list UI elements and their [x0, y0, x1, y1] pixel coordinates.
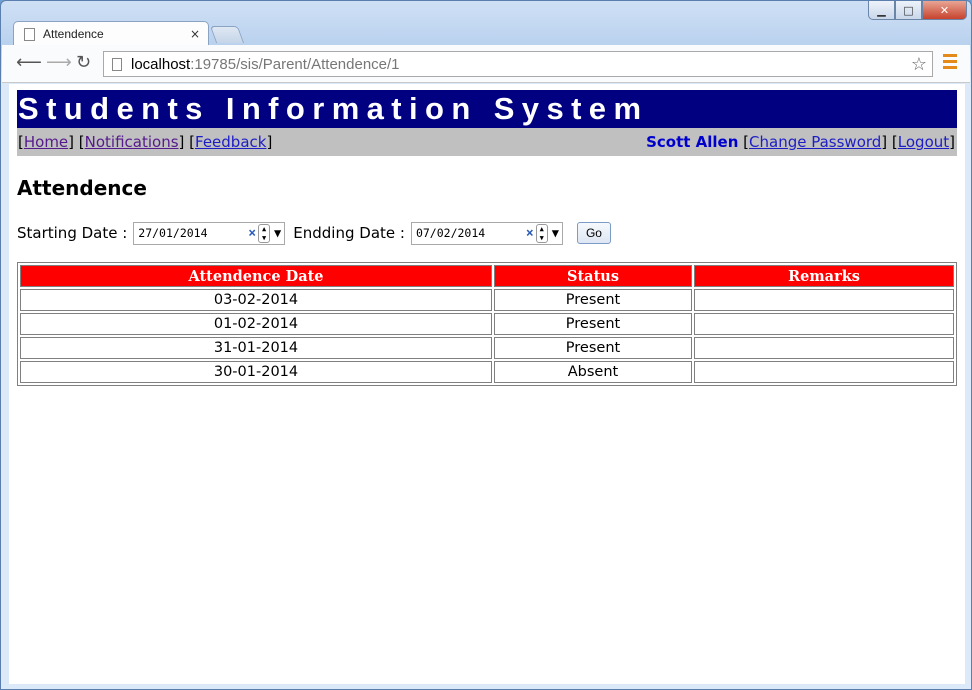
cell-remarks [694, 337, 954, 359]
nav-bar: [Home] [Notifications] [Feedback] Scott … [17, 128, 957, 156]
clear-icon[interactable]: × [248, 226, 256, 241]
address-bar[interactable]: localhost:19785/sis/Parent/Attendence/1 … [103, 51, 933, 77]
browser-tab[interactable]: Attendence × [13, 21, 209, 46]
attendance-table: Attendence Date Status Remarks 03-02-201… [17, 262, 957, 386]
cell-remarks [694, 313, 954, 335]
feedback-link[interactable]: Feedback [195, 133, 266, 151]
table-row: 03-02-2014 Present [20, 289, 954, 311]
change-password-link[interactable]: Change Password [749, 133, 881, 151]
start-date-input[interactable]: 27/01/2014 × ▲ ▼ ▼ [133, 221, 286, 245]
cell-status: Absent [494, 361, 692, 383]
date-filter: Starting Date : 27/01/2014 × ▲ ▼ ▼ Enddin… [17, 220, 611, 246]
window-controls: ▁ □ ✕ [868, 1, 967, 20]
table-row: 30-01-2014 Absent [20, 361, 954, 383]
column-header-remarks: Remarks [694, 265, 954, 287]
tab-title: Attendence [43, 27, 104, 41]
home-link[interactable]: Home [24, 133, 68, 151]
table-row: 01-02-2014 Present [20, 313, 954, 335]
dropdown-arrow-icon[interactable]: ▼ [552, 226, 559, 240]
reload-icon[interactable]: ↻ [76, 53, 91, 73]
cell-date: 01-02-2014 [20, 313, 492, 335]
column-header-status: Status [494, 265, 692, 287]
forward-arrow-icon[interactable]: ⟶ [46, 53, 72, 73]
cell-status: Present [494, 337, 692, 359]
cell-date: 03-02-2014 [20, 289, 492, 311]
site-header: Students Information System [17, 90, 957, 128]
table-header-row: Attendence Date Status Remarks [20, 265, 954, 287]
spinner-icon[interactable]: ▲ ▼ [535, 223, 548, 243]
bookmark-star-icon[interactable]: ☆ [911, 54, 927, 75]
browser-toolbar: ⟵ ⟶ ↻ localhost:19785/sis/Parent/Attende… [2, 45, 970, 83]
url-text: localhost:19785/sis/Parent/Attendence/1 [131, 55, 400, 73]
minimize-icon[interactable]: ▁ [868, 1, 895, 20]
user-name: Scott Allen [646, 133, 739, 151]
table-row: 31-01-2014 Present [20, 337, 954, 359]
column-header-date: Attendence Date [20, 265, 492, 287]
maximize-icon[interactable]: □ [895, 1, 922, 20]
user-area: Scott Allen [Change Password] [Logout] [646, 133, 955, 151]
page-icon [112, 57, 122, 71]
start-date-label: Starting Date : [17, 224, 128, 242]
browser-window: ▁ □ ✕ Attendence × ⟵ ⟶ ↻ localhost:19785… [0, 0, 972, 690]
clear-icon[interactable]: × [526, 226, 534, 241]
cell-remarks [694, 361, 954, 383]
cell-date: 30-01-2014 [20, 361, 492, 383]
cell-status: Present [494, 313, 692, 335]
page-title: Attendence [17, 176, 147, 200]
page-icon [24, 27, 35, 41]
browser-menu-icon[interactable] [943, 54, 957, 72]
end-date-input[interactable]: 07/02/2014 × ▲ ▼ ▼ [410, 221, 563, 245]
page-viewport: Students Information System [Home] [Noti… [9, 84, 965, 684]
logout-link[interactable]: Logout [898, 133, 949, 151]
new-tab-button[interactable] [209, 26, 245, 43]
back-arrow-icon[interactable]: ⟵ [16, 53, 42, 73]
dropdown-arrow-icon[interactable]: ▼ [274, 226, 281, 240]
notifications-link[interactable]: Notifications [85, 133, 179, 151]
cell-remarks [694, 289, 954, 311]
close-window-icon[interactable]: ✕ [922, 1, 967, 20]
cell-status: Present [494, 289, 692, 311]
go-button[interactable]: Go [576, 222, 611, 244]
end-date-label: Endding Date : [293, 224, 405, 242]
spinner-icon[interactable]: ▲ ▼ [258, 223, 271, 243]
cell-date: 31-01-2014 [20, 337, 492, 359]
tab-close-icon[interactable]: × [190, 27, 200, 41]
